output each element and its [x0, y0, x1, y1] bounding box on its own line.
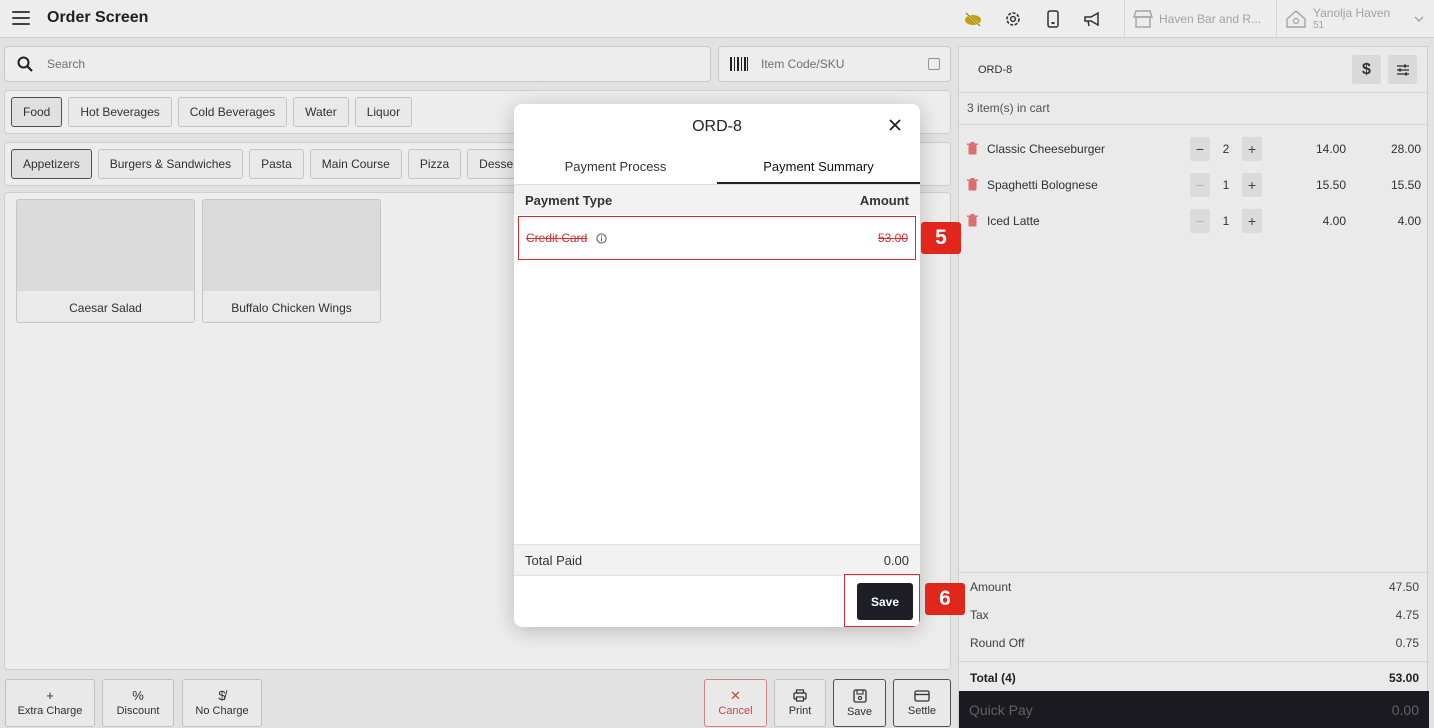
col-payment-type: Payment Type	[525, 192, 613, 208]
info-icon[interactable]	[596, 232, 607, 244]
step-badge: 5	[921, 222, 961, 254]
close-icon[interactable]	[886, 116, 904, 134]
total-paid-label: Total Paid	[525, 552, 583, 568]
payment-table-header: Payment Type Amount	[514, 185, 920, 215]
payment-modal: ORD-8 Payment Process Payment Summary Pa…	[514, 104, 920, 627]
col-amount: Amount	[859, 192, 909, 208]
modal-title: ORD-8	[692, 118, 742, 135]
payment-type: Credit Card	[526, 231, 588, 245]
save-button[interactable]: Save	[857, 583, 913, 620]
tab-payment-summary[interactable]: Payment Summary	[717, 152, 920, 184]
total-paid-row: Total Paid 0.00	[514, 544, 920, 576]
step-badge: 6	[925, 583, 965, 615]
total-paid-value: 0.00	[883, 552, 909, 568]
payment-row-highlighted[interactable]: Credit Card 53.00	[518, 216, 916, 260]
tab-payment-process[interactable]: Payment Process	[514, 152, 717, 184]
payment-amount: 53.00	[877, 231, 908, 245]
